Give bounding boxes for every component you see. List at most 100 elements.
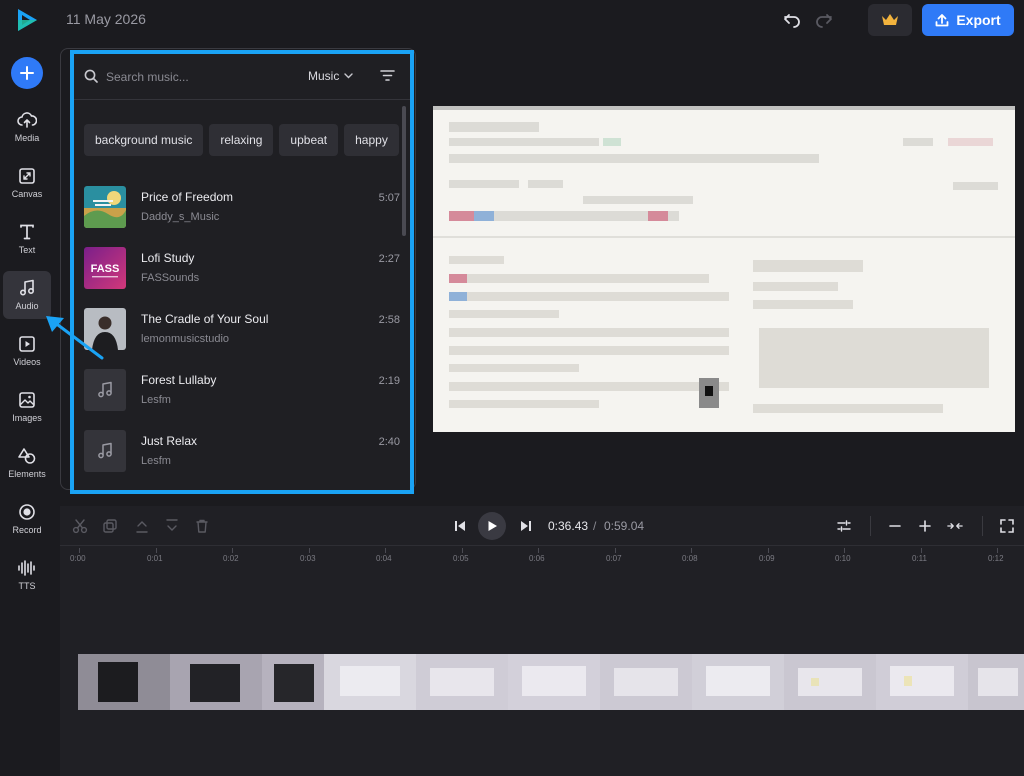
- add-button[interactable]: [11, 57, 43, 89]
- track-duration: 2:27: [378, 253, 400, 265]
- preview-canvas[interactable]: [433, 106, 1015, 432]
- play-icon: [488, 521, 497, 531]
- ruler-label: 0:11: [912, 554, 927, 563]
- move-up-button[interactable]: [134, 518, 150, 534]
- track-item[interactable]: FASS Lofi Study FASSounds 2:27: [84, 245, 400, 291]
- sidebar-item-tts[interactable]: TTS: [3, 551, 51, 599]
- track-duration: 5:07: [378, 192, 400, 204]
- zoom-in-button[interactable]: [917, 518, 933, 534]
- fit-icon: [947, 523, 963, 529]
- export-button[interactable]: Export: [922, 4, 1014, 36]
- shapes-icon: [18, 448, 36, 464]
- album-art-freedom: [84, 186, 126, 228]
- preview-blurred-content: [433, 106, 1015, 432]
- sidebar-item-record[interactable]: Record: [3, 495, 51, 543]
- skip-back-button[interactable]: [452, 518, 468, 534]
- sidebar-item-canvas[interactable]: Canvas: [3, 159, 51, 207]
- filter-icon[interactable]: [380, 69, 395, 82]
- plus-icon: [20, 66, 34, 80]
- search-bar: Music: [74, 54, 410, 100]
- ruler-label: 0:02: [223, 554, 239, 563]
- waveform-icon: [18, 560, 35, 576]
- track-artist: Daddy_s_Music: [141, 211, 220, 223]
- skip-back-icon: [455, 521, 465, 531]
- fit-timeline-button[interactable]: [947, 518, 963, 534]
- toolbar-divider: [870, 516, 871, 536]
- track-title: Just Relax: [141, 434, 198, 448]
- track-artist: lemonmusicstudio: [141, 333, 230, 345]
- chip-happy[interactable]: happy: [344, 124, 399, 156]
- video-icon: [19, 336, 35, 352]
- video-editor: 11 May 2026 Export Media Canvas Text Aud…: [0, 0, 1024, 776]
- ruler-label: 0:08: [682, 554, 698, 563]
- time-ruler[interactable]: 0:00 0:01 0:02 0:03 0:04 0:05 0:06 0:07 …: [60, 546, 1024, 576]
- chip-background-music[interactable]: background music: [84, 124, 204, 156]
- track-artist: Lesfm: [141, 394, 171, 406]
- clip-thumbnails: [78, 654, 1024, 710]
- sidebar-item-text[interactable]: Text: [3, 215, 51, 263]
- category-dropdown[interactable]: Music: [308, 69, 354, 83]
- app-logo-icon[interactable]: [14, 7, 40, 33]
- move-down-icon: [166, 519, 178, 531]
- search-input[interactable]: [106, 66, 286, 88]
- premium-button[interactable]: [868, 4, 912, 36]
- panel-scrollbar[interactable]: [402, 106, 406, 236]
- ruler-label: 0:10: [835, 554, 851, 563]
- track-item[interactable]: The Cradle of Your Soul lemonmusicstudio…: [84, 306, 400, 352]
- sidebar-item-label: Images: [12, 413, 42, 423]
- record-icon: [19, 504, 35, 520]
- upload-icon: [935, 14, 949, 27]
- plus-icon: [919, 520, 931, 532]
- video-clip-track[interactable]: [78, 654, 1024, 710]
- current-time: 0:36.43: [548, 519, 589, 533]
- ruler-tick: [921, 548, 922, 553]
- undo-button[interactable]: [782, 10, 802, 30]
- ruler-label: 0:12: [988, 554, 1004, 563]
- chip-upbeat[interactable]: upbeat: [279, 124, 339, 156]
- track-item[interactable]: Forest Lullaby Lesfm 2:19: [84, 367, 400, 413]
- ruler-label: 0:04: [376, 554, 392, 563]
- skip-forward-icon: [521, 521, 531, 531]
- delete-button[interactable]: [194, 518, 210, 534]
- track-item[interactable]: Price of Freedom Daddy_s_Music 5:07: [84, 184, 400, 230]
- ruler-tick: [615, 548, 616, 553]
- sidebar-item-media[interactable]: Media: [3, 103, 51, 151]
- move-up-icon: [136, 521, 148, 533]
- undo-icon: [784, 14, 800, 28]
- track-duration: 2:40: [378, 436, 400, 448]
- ruler-tick: [997, 548, 998, 553]
- track-artist: Lesfm: [141, 455, 171, 467]
- svg-text:FASS: FASS: [91, 263, 120, 275]
- music-note-icon: [19, 279, 35, 296]
- play-button[interactable]: [478, 512, 506, 540]
- sidebar-item-label: TTS: [18, 581, 36, 591]
- fullscreen-icon: [1000, 519, 1014, 533]
- ruler-tick: [691, 548, 692, 553]
- duplicate-button[interactable]: [102, 518, 118, 534]
- zoom-out-button[interactable]: [887, 518, 903, 534]
- time-separator: /: [593, 519, 597, 533]
- sidebar-item-elements[interactable]: Elements: [3, 439, 51, 487]
- top-bar: 11 May 2026 Export: [0, 0, 1024, 40]
- split-button[interactable]: [72, 518, 88, 534]
- sidebar-item-label: Videos: [13, 357, 41, 367]
- ruler-label: 0:09: [759, 554, 775, 563]
- redo-button[interactable]: [814, 10, 834, 30]
- adjust-button[interactable]: [836, 518, 852, 534]
- timeline: 0:36.43 / 0:59.04 0:00 0:01 0:02 0:03 0:…: [60, 506, 1024, 776]
- total-time: 0:59.04: [604, 519, 645, 533]
- track-title: Price of Freedom: [141, 190, 234, 204]
- skip-forward-button[interactable]: [518, 518, 534, 534]
- crown-icon: [882, 14, 898, 25]
- fullscreen-button[interactable]: [999, 518, 1015, 534]
- chip-relaxing[interactable]: relaxing: [209, 124, 274, 156]
- track-title: Lofi Study: [141, 251, 195, 265]
- ruler-tick: [309, 548, 310, 553]
- timeline-toolbar: 0:36.43 / 0:59.04: [60, 506, 1024, 546]
- duplicate-icon: [103, 519, 117, 533]
- sidebar-item-label: Media: [14, 133, 40, 143]
- sidebar-item-images[interactable]: Images: [3, 383, 51, 431]
- track-item[interactable]: Just Relax Lesfm 2:40: [84, 428, 400, 474]
- move-down-button[interactable]: [164, 518, 180, 534]
- ruler-tick: [232, 548, 233, 553]
